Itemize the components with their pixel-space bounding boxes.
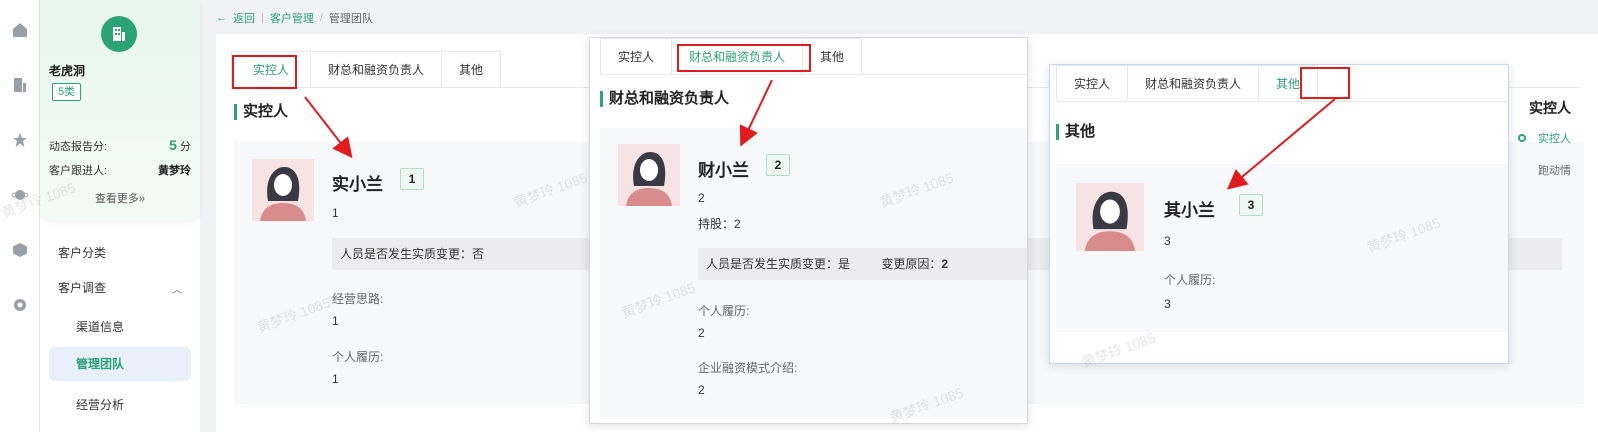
tab-bar: 实控人 财总和融资负责人 其他	[1056, 65, 1508, 102]
timeline-dot-icon	[1518, 134, 1526, 142]
right-partial-title: 实控人	[1529, 100, 1571, 116]
score-label: 动态报告分:	[49, 141, 108, 153]
person-subtitle: 3	[1164, 234, 1171, 248]
menu-item-channel[interactable]: 渠道信息	[76, 318, 124, 335]
change-reason-value: 2	[941, 257, 949, 271]
follower-label: 客户跟进人:	[49, 165, 108, 177]
resume-value: 3	[1164, 297, 1171, 311]
shares-text: 持股：2	[698, 217, 741, 231]
category-tag: 5类	[52, 83, 82, 101]
tab-other[interactable]: 其他	[441, 51, 502, 87]
person-badge: 1	[400, 168, 424, 190]
resume-value: 2	[698, 326, 705, 340]
strategy-label: 经营思路:	[332, 292, 384, 306]
customer-sidebar: 老虎洞 5类 动态报告分: 5 分 客户跟进人: 黄梦玲 查看更多» 客户分类 …	[40, 0, 200, 432]
other-screenshot-overlay: 实控人 财总和融资负责人 其他 其他 其小兰 3 3 个人履历: 3	[1049, 64, 1509, 364]
section-title: 财总和融资负责人	[600, 91, 729, 107]
score-value: 5	[169, 137, 177, 153]
avatar	[252, 159, 314, 221]
strategy-value: 1	[332, 314, 339, 328]
menu-item-team[interactable]: 管理团队	[49, 347, 191, 381]
resume-label: 个人履历:	[698, 304, 750, 318]
resume-label: 个人履历:	[1164, 273, 1216, 287]
menu-item-operation[interactable]: 经营分析	[76, 396, 124, 413]
right-partial-panel: 实控人 实控人 跑动情	[1518, 90, 1598, 240]
person-subtitle: 2	[698, 191, 705, 205]
view-more-link[interactable]: 查看更多»	[40, 190, 200, 206]
icon-rail	[0, 0, 40, 432]
change-status-row: 人员是否发生实质变更：是 变更原因：2	[698, 248, 1027, 280]
person-badge: 3	[1239, 194, 1263, 216]
right-partial-item2: 跑动情	[1538, 165, 1571, 177]
change-question: 人员是否发生实质变更：是	[706, 257, 851, 271]
follower-value: 黄梦玲	[158, 165, 191, 177]
highlight-box-controller-tab	[232, 55, 297, 89]
finance-screenshot-overlay: 实控人 财总和融资负责人 其他 财总和融资负责人 财小兰 2 2 持股：2 人员…	[589, 37, 1028, 424]
section-title: 其他	[1056, 124, 1095, 140]
person-card: 其小兰 3 3 个人履历: 3	[1056, 164, 1508, 332]
person-card: 财小兰 2 2 持股：2 人员是否发生实质变更：是 变更原因：2 个人履历: 2…	[600, 128, 1027, 418]
company-name: 老虎洞	[49, 64, 86, 78]
breadcrumb-current: 管理团队	[328, 13, 373, 25]
highlight-box-finance-tab	[677, 44, 811, 72]
star-icon[interactable]	[11, 131, 29, 149]
settings-icon[interactable]	[11, 296, 29, 314]
customer-profile-card: 老虎洞 5类 动态报告分: 5 分 客户跟进人: 黄梦玲 查看更多»	[40, 0, 200, 220]
tab-other[interactable]: 其他	[802, 38, 863, 74]
back-link[interactable]: 返回	[233, 10, 255, 26]
highlight-box-other-tab	[1300, 67, 1350, 99]
financing-value: 2	[698, 383, 705, 397]
company-logo-icon	[101, 16, 137, 52]
menu-item-survey[interactable]: 客户调查	[58, 279, 106, 296]
resume-value: 1	[332, 372, 339, 386]
follower-row: 客户跟进人: 黄梦玲	[49, 162, 191, 178]
back-arrow-icon[interactable]: ←	[216, 12, 227, 24]
resume-label: 个人履历:	[332, 350, 384, 364]
person-subtitle: 1	[332, 206, 339, 220]
building-icon[interactable]	[11, 76, 29, 94]
tab-controller[interactable]: 实控人	[600, 38, 673, 74]
person-name: 财小兰	[698, 161, 749, 180]
cube-icon[interactable]	[11, 241, 29, 259]
avatar	[618, 144, 680, 206]
score-row: 动态报告分: 5 分	[49, 137, 191, 154]
tab-finance[interactable]: 财总和融资负责人	[310, 51, 443, 87]
financing-label: 企业融资模式介绍:	[698, 361, 798, 375]
avatar	[1076, 183, 1144, 251]
breadcrumb-separator: /	[319, 12, 323, 24]
breadcrumb-divider: |	[261, 12, 264, 24]
tab-controller[interactable]: 实控人	[1056, 65, 1129, 101]
tab-finance[interactable]: 财总和融资负责人	[1127, 65, 1260, 101]
person-name: 实小兰	[332, 175, 383, 194]
breadcrumb-parent[interactable]: 客户管理	[270, 10, 314, 26]
person-name: 其小兰	[1164, 201, 1215, 220]
planet-icon[interactable]	[11, 186, 29, 204]
right-partial-item1[interactable]: 实控人	[1538, 130, 1571, 146]
section-title: 实控人	[234, 104, 288, 120]
tab-bar: 实控人 财总和融资负责人 其他	[600, 38, 1027, 75]
change-reason-label: 变更原因：	[881, 257, 942, 271]
score-unit: 分	[180, 141, 191, 153]
menu-item-classification[interactable]: 客户分类	[58, 244, 106, 261]
person-badge: 2	[766, 154, 790, 176]
home-icon[interactable]	[11, 21, 29, 39]
breadcrumb: ← 返回 | 客户管理 / 管理团队	[216, 10, 373, 26]
chevron-up-icon[interactable]: ︿	[172, 281, 182, 296]
